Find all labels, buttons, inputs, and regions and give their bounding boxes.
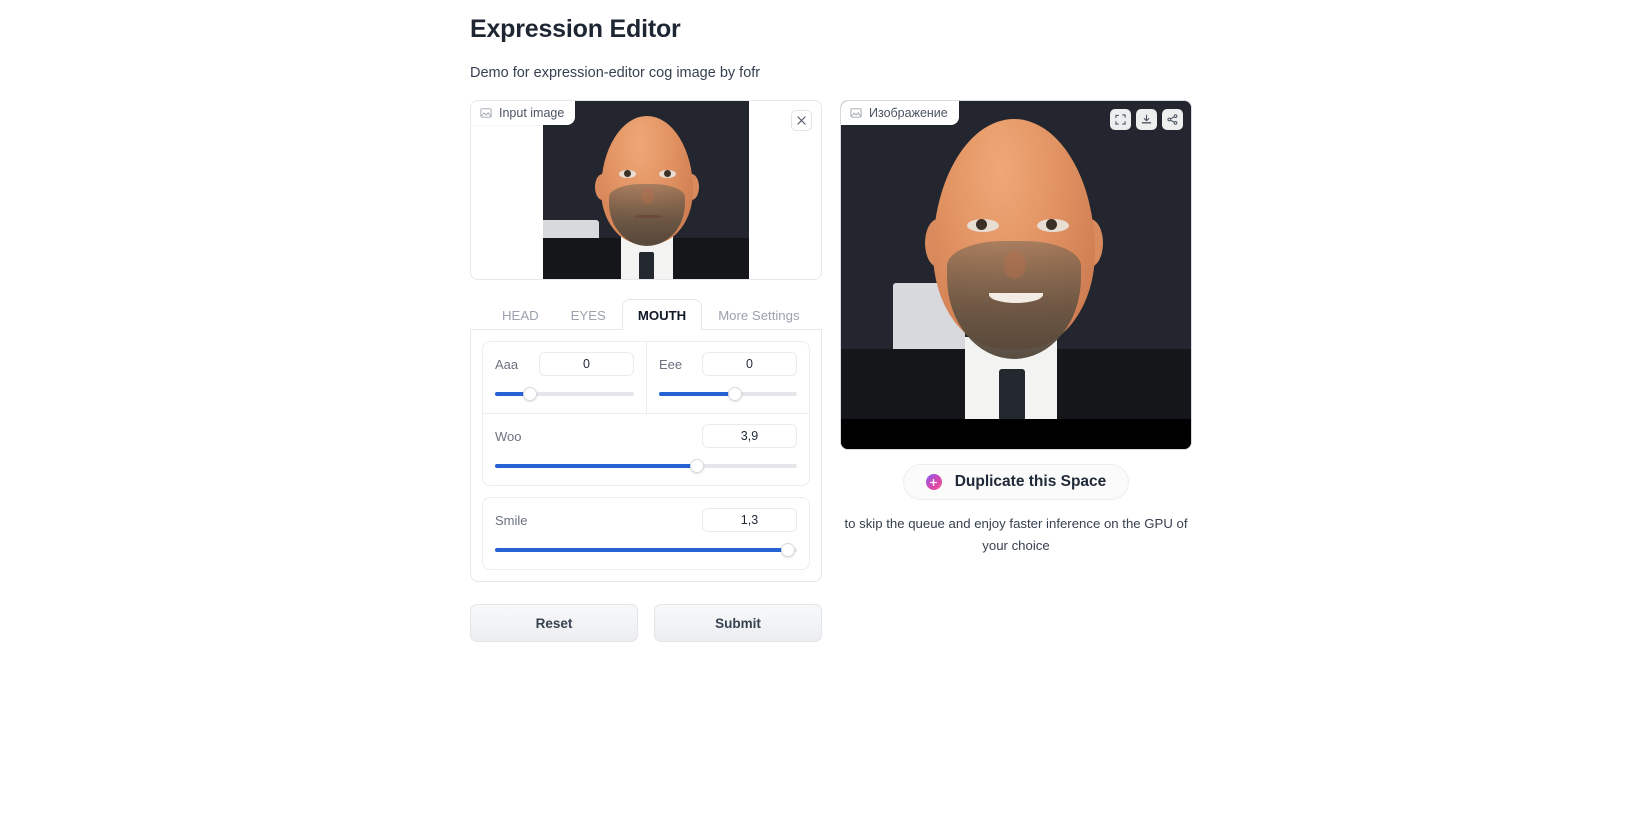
input-image-panel[interactable]: Input image <box>470 100 822 280</box>
input-image-label: Input image <box>499 106 565 120</box>
slider-cell-aaa: Aaa 0 <box>483 342 646 413</box>
slider-cell-smile: Smile 1,3 <box>483 498 809 569</box>
slider-thumb-woo[interactable] <box>690 459 705 473</box>
right-column: Изображение Duplicate this Space to skip… <box>840 100 1192 557</box>
duplicate-space-button[interactable]: Duplicate this Space <box>902 464 1130 500</box>
download-icon <box>1141 114 1152 124</box>
output-image-panel[interactable]: Изображение <box>840 100 1192 450</box>
slider-fill-eee <box>659 392 735 396</box>
slider-value-input-woo[interactable]: 3,9 <box>702 424 797 448</box>
slider-value-input-eee[interactable]: 0 <box>702 352 797 376</box>
remove-input-image-button[interactable] <box>791 110 812 131</box>
tab-head[interactable]: HEAD <box>486 299 555 330</box>
slider-header-smile: Smile 1,3 <box>495 508 797 532</box>
action-buttons: Reset Submit <box>470 604 822 642</box>
image-icon <box>850 108 862 118</box>
settings-tabs: HEAD EYES MOUTH More Settings <box>470 298 822 330</box>
slider-eee[interactable] <box>659 387 797 401</box>
slider-thumb-smile[interactable] <box>780 543 795 557</box>
slider-group-woo: Woo 3,9 <box>482 413 810 486</box>
close-icon <box>797 116 806 125</box>
mouth-tab-panel: Aaa 0 Eee 0 Woo 3,9 Smile 1,3 <box>470 330 822 582</box>
fullscreen-icon <box>1115 114 1126 125</box>
share-icon <box>1167 114 1178 125</box>
download-button[interactable] <box>1136 109 1157 130</box>
slider-header-eee: Eee 0 <box>659 352 797 376</box>
main-columns: Input image HEAD EYES MOUTH More Setting… <box>470 100 1200 642</box>
app-root: Expression Editor Demo for expression-ed… <box>0 0 1650 825</box>
duplicate-space-label: Duplicate this Space <box>954 473 1107 490</box>
image-icon <box>480 108 492 118</box>
duplicate-plus-icon <box>925 474 942 490</box>
slider-cell-woo: Woo 3,9 <box>483 414 809 485</box>
output-image-label: Изображение <box>869 106 948 120</box>
slider-thumb-eee[interactable] <box>727 387 742 401</box>
slider-fill-woo <box>495 464 698 468</box>
slider-woo[interactable] <box>495 459 797 473</box>
slider-thumb-aaa[interactable] <box>522 387 537 401</box>
share-button[interactable] <box>1162 109 1183 130</box>
tab-more-settings[interactable]: More Settings <box>702 299 815 330</box>
tab-eyes[interactable]: EYES <box>555 299 622 330</box>
slider-value-input-smile[interactable]: 1,3 <box>702 508 797 532</box>
input-image-canvas <box>471 101 821 279</box>
duplicate-space-section: Duplicate this Space to skip the queue a… <box>840 464 1192 557</box>
slider-header-woo: Woo 3,9 <box>495 424 797 448</box>
slider-value-input-aaa[interactable]: 0 <box>539 352 634 376</box>
slider-fill-smile <box>495 548 788 552</box>
page-subtitle: Demo for expression-editor cog image by … <box>470 65 761 81</box>
page-header: Expression Editor Demo for expression-ed… <box>470 12 1270 83</box>
slider-cell-eee: Eee 0 <box>646 342 809 413</box>
slider-label-aaa: Aaa <box>495 356 519 372</box>
page-title: Expression Editor <box>470 15 681 43</box>
slider-label-woo: Woo <box>495 428 522 444</box>
slider-label-smile: Smile <box>495 512 528 528</box>
tab-mouth[interactable]: MOUTH <box>621 299 703 330</box>
output-portrait-image <box>841 101 1191 449</box>
slider-smile[interactable] <box>495 543 797 557</box>
slider-group-smile: Smile 1,3 <box>482 497 810 570</box>
output-image-canvas <box>841 101 1191 449</box>
duplicate-space-caption: to skip the queue and enjoy faster infer… <box>844 516 1188 553</box>
slider-group-aaa-eee: Aaa 0 Eee 0 <box>482 341 810 413</box>
submit-button[interactable]: Submit <box>654 604 822 642</box>
input-portrait-image <box>543 101 749 279</box>
input-image-label-chip: Input image <box>471 101 576 125</box>
output-image-toolbar <box>1110 109 1183 130</box>
fullscreen-button[interactable] <box>1110 109 1131 130</box>
slider-header-aaa: Aaa 0 <box>495 352 634 376</box>
slider-aaa[interactable] <box>495 387 634 401</box>
slider-label-eee: Eee <box>659 356 683 372</box>
output-image-label-chip: Изображение <box>841 101 959 125</box>
left-column: Input image HEAD EYES MOUTH More Setting… <box>470 100 822 642</box>
reset-button[interactable]: Reset <box>470 604 638 642</box>
